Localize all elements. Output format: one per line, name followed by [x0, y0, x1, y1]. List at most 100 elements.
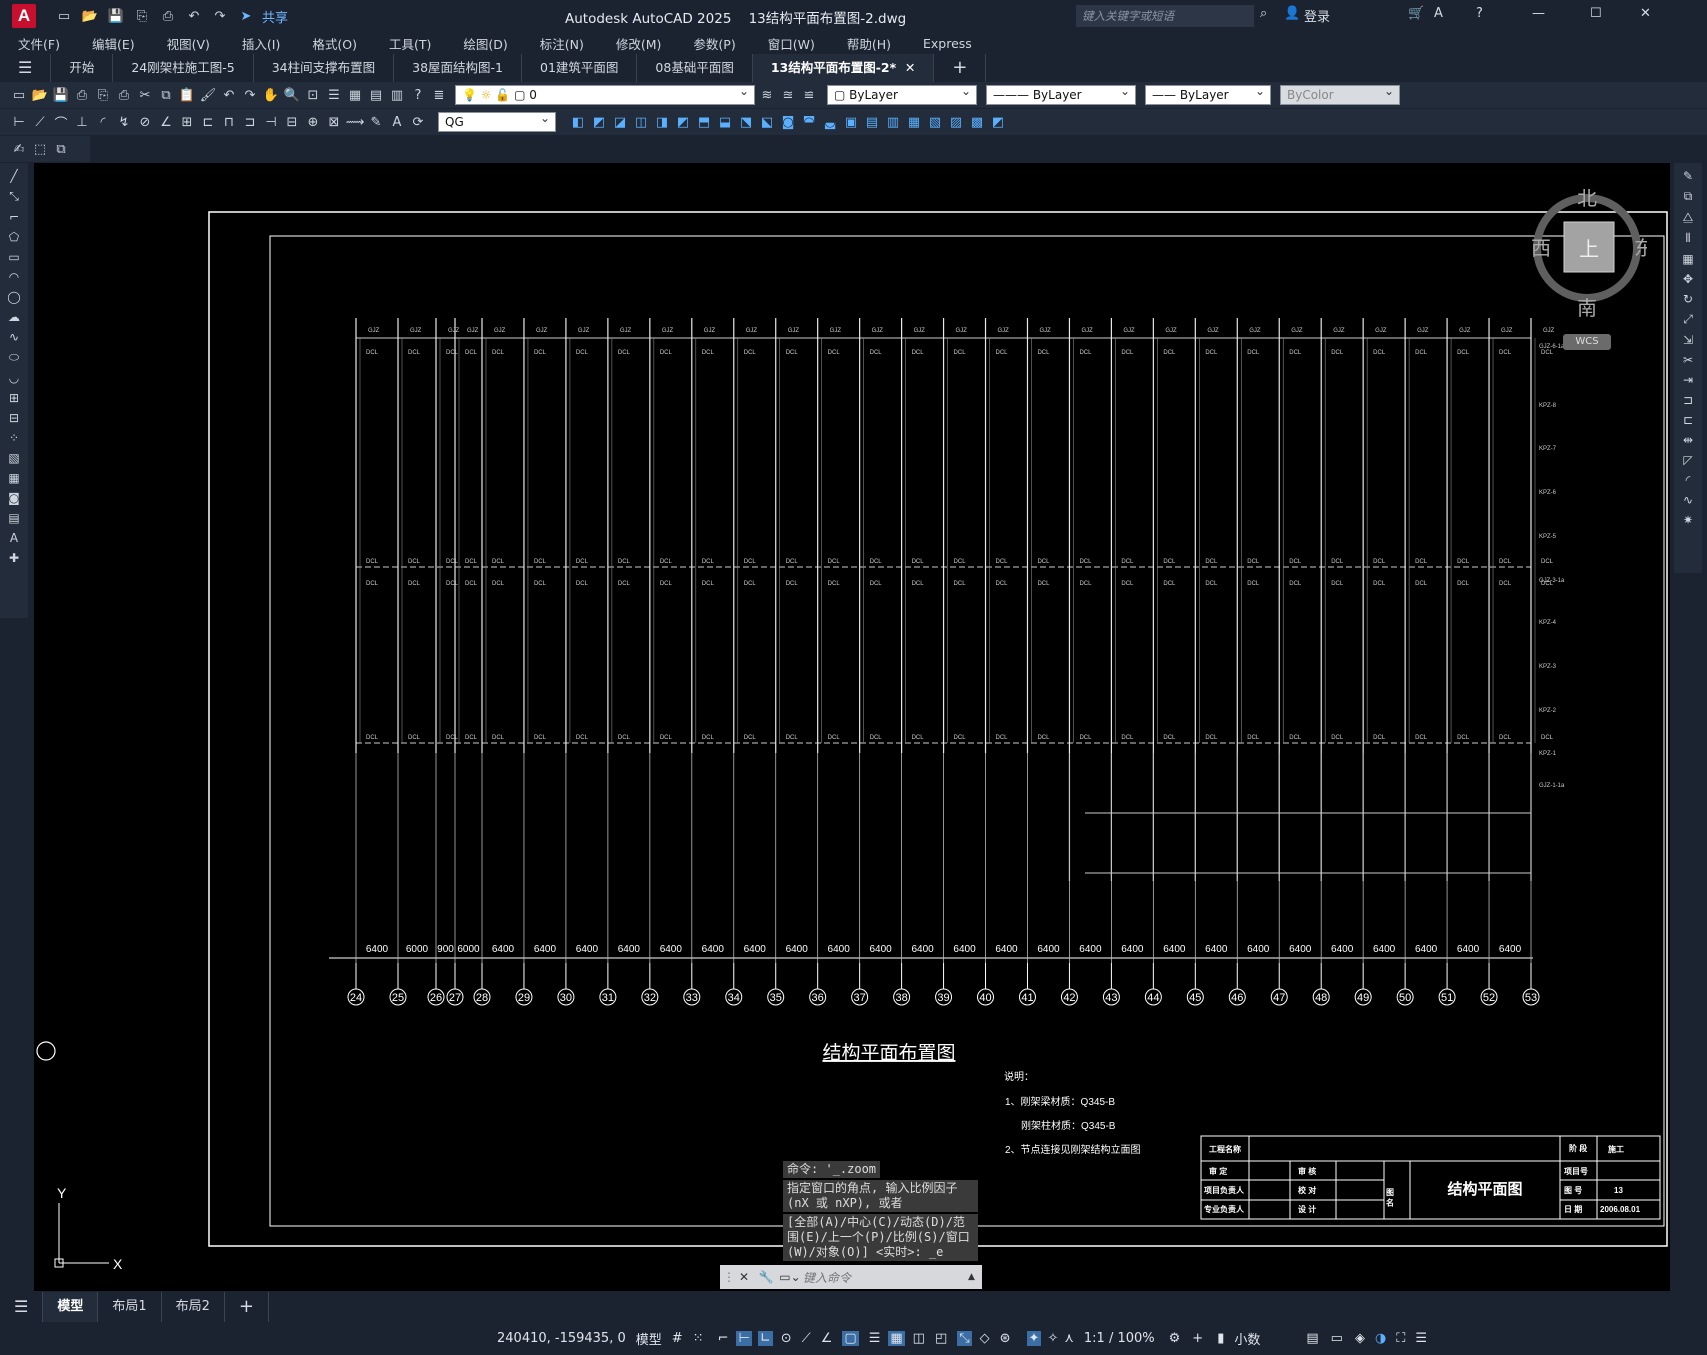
workspace-gear-icon[interactable]: ⚙	[1169, 1331, 1181, 1346]
gizmo-icon[interactable]: ⊛	[1000, 1331, 1011, 1346]
plot-icon[interactable]: ⎙	[158, 9, 178, 24]
ellipse-arc-icon[interactable]: ◡	[9, 371, 19, 385]
shell-icon[interactable]: ▣	[842, 113, 860, 131]
break-point-icon[interactable]: ⊐	[1683, 393, 1693, 407]
cmd-history-arrow-icon[interactable]: ▲	[968, 1272, 982, 1282]
layout-tab-model[interactable]: 模型	[43, 1292, 99, 1322]
share-label[interactable]: 共享	[262, 7, 288, 26]
redo-icon[interactable]: ↷	[210, 9, 230, 24]
grid-icon[interactable]: #	[672, 1331, 683, 1346]
tolerance-icon[interactable]: ⊟	[283, 113, 301, 131]
ellipse-icon[interactable]: ⬭	[9, 350, 19, 365]
undo-icon[interactable]: ↶	[220, 86, 238, 104]
construction-line-icon[interactable]: ⤡	[9, 189, 19, 204]
cmd-close-icon[interactable]: ✕	[733, 1270, 755, 1284]
clean-icon[interactable]: ▥	[884, 113, 902, 131]
layout-menu-icon[interactable]: ☰	[0, 1292, 44, 1322]
transparency-icon[interactable]: ▦	[888, 1331, 905, 1346]
isometric-icon[interactable]: ⟋	[802, 1331, 811, 1346]
break-icon[interactable]: ⊏	[1683, 413, 1693, 427]
tab-active-file[interactable]: 13结构平面布置图-2* ✕	[752, 54, 935, 82]
dim-text-edit-icon[interactable]: A	[388, 113, 406, 131]
dynamic-input-icon[interactable]: ⊢	[736, 1331, 752, 1346]
login-link[interactable]: 登录	[1304, 6, 1330, 25]
offset-faces-icon[interactable]: ◩	[989, 113, 1007, 131]
save-icon[interactable]: 💾	[106, 9, 126, 24]
save-as-icon[interactable]: ⎘	[132, 9, 152, 24]
radius-icon[interactable]: ◜	[94, 113, 112, 131]
object-snap-tracking-icon[interactable]: ∠	[821, 1331, 833, 1346]
selection-cycling-icon[interactable]: ◫	[913, 1331, 925, 1346]
ordinate-icon[interactable]: ⊥	[73, 113, 91, 131]
extrude-icon[interactable]: ⬒	[695, 113, 713, 131]
quick-properties-icon[interactable]: ▤	[1306, 1331, 1318, 1346]
new-file-icon[interactable]: ▭	[54, 9, 74, 24]
layout-tab-1[interactable]: 布局1	[98, 1292, 162, 1322]
tab-start[interactable]: 开始	[51, 54, 114, 82]
cmd-customize-icon[interactable]: 🔧	[755, 1270, 777, 1284]
annotation-visibility-icon[interactable]: ✦	[1026, 1331, 1042, 1346]
tool-palettes-icon[interactable]: ▤	[367, 86, 385, 104]
inspection-icon[interactable]: ⊠	[325, 113, 343, 131]
line-icon[interactable]: ╱	[10, 169, 17, 183]
tab-file-1[interactable]: 24刚架柱施工图-5	[113, 54, 254, 82]
linear-dim-icon[interactable]: ⊢	[10, 113, 28, 131]
autocad-logo-icon[interactable]: A	[12, 4, 36, 28]
baseline-icon[interactable]: ⊏	[199, 113, 217, 131]
auto-scale-icon[interactable]: ✧	[1047, 1331, 1058, 1346]
isolate-objects-icon[interactable]: ◈	[1355, 1331, 1365, 1346]
table-icon[interactable]: ▤	[8, 511, 19, 525]
menu-view[interactable]: 视图(V)	[167, 34, 210, 53]
continue-icon[interactable]: ⊓	[220, 113, 238, 131]
open-file-icon[interactable]: 📂	[80, 9, 100, 24]
dim-edit-icon[interactable]: ✎	[367, 113, 385, 131]
polygon-icon[interactable]: ⬠	[9, 230, 19, 244]
add-selected-icon[interactable]: ✚	[9, 551, 19, 565]
color-dropdown[interactable]: ▢ ByLayer	[827, 84, 977, 105]
maximize-icon[interactable]: ☐	[1590, 6, 1602, 21]
polar-icon[interactable]: ⊙	[781, 1331, 792, 1346]
space-icon[interactable]: ⊐	[241, 113, 259, 131]
hatch-icon[interactable]: ▧	[8, 451, 19, 465]
diameter-icon[interactable]: ⊘	[136, 113, 154, 131]
minimize-icon[interactable]: —	[1532, 6, 1545, 21]
offset-icon[interactable]: ⫴	[1685, 231, 1690, 246]
menu-dimension[interactable]: 标注(N)	[540, 34, 584, 53]
viewcube[interactable]: 上 北 南 西 东	[1527, 187, 1654, 320]
center-mark-icon[interactable]: ⊕	[304, 113, 322, 131]
spline-icon[interactable]: ∿	[9, 330, 19, 344]
join-icon[interactable]: ⇹	[1683, 433, 1693, 447]
menu-file[interactable]: 文件(F)	[18, 34, 60, 53]
search-icon[interactable]: ⌕	[1260, 6, 1267, 21]
tab-file-4[interactable]: 01建筑平面图	[522, 54, 638, 82]
intersect-icon[interactable]: ◛	[821, 113, 839, 131]
menu-format[interactable]: 格式(O)	[312, 34, 357, 53]
slice-icon[interactable]: ⬔	[737, 113, 755, 131]
undo-icon[interactable]: ↶	[184, 9, 204, 24]
close-tab-icon[interactable]: ✕	[905, 60, 915, 75]
menu-modify[interactable]: 修改(M)	[616, 34, 662, 53]
array-icon[interactable]: ▦	[1682, 252, 1693, 266]
model-space-button[interactable]: 模型	[636, 1329, 662, 1348]
properties-icon[interactable]: ☰	[325, 86, 343, 104]
share-icon[interactable]: ➤	[236, 9, 256, 24]
units-dropdown[interactable]: 小数	[1234, 1329, 1260, 1348]
search-input[interactable]: 键入关键字或短语	[1076, 5, 1254, 27]
annotation-scale-icon[interactable]: ⋏	[1064, 1331, 1074, 1346]
layer-states-icon[interactable]: ≌	[800, 86, 818, 104]
insert-block-icon[interactable]: ⬚	[31, 140, 49, 158]
customize-status-icon[interactable]: ☰	[1415, 1331, 1427, 1346]
chamfer-icon[interactable]: ◸	[1683, 453, 1692, 467]
annotation-scale-dropdown[interactable]: 1:1 / 100%	[1084, 1331, 1155, 1346]
block-editor-icon[interactable]: ✍	[10, 140, 28, 158]
3d-sphere-icon[interactable]: ◫	[632, 113, 650, 131]
move-faces-icon[interactable]: ▩	[968, 113, 986, 131]
explode-icon[interactable]: ✷	[1683, 513, 1693, 527]
blend-icon[interactable]: ∿	[1683, 493, 1693, 507]
3d-torus-icon[interactable]: ◩	[674, 113, 692, 131]
layer-previous-icon[interactable]: ≊	[779, 86, 797, 104]
preview-icon[interactable]: ⎘	[94, 86, 112, 104]
tab-file-3[interactable]: 38屋面结构图-1	[394, 54, 523, 82]
3d-wedge-icon[interactable]: ◩	[590, 113, 608, 131]
jogged-icon[interactable]: ↯	[115, 113, 133, 131]
